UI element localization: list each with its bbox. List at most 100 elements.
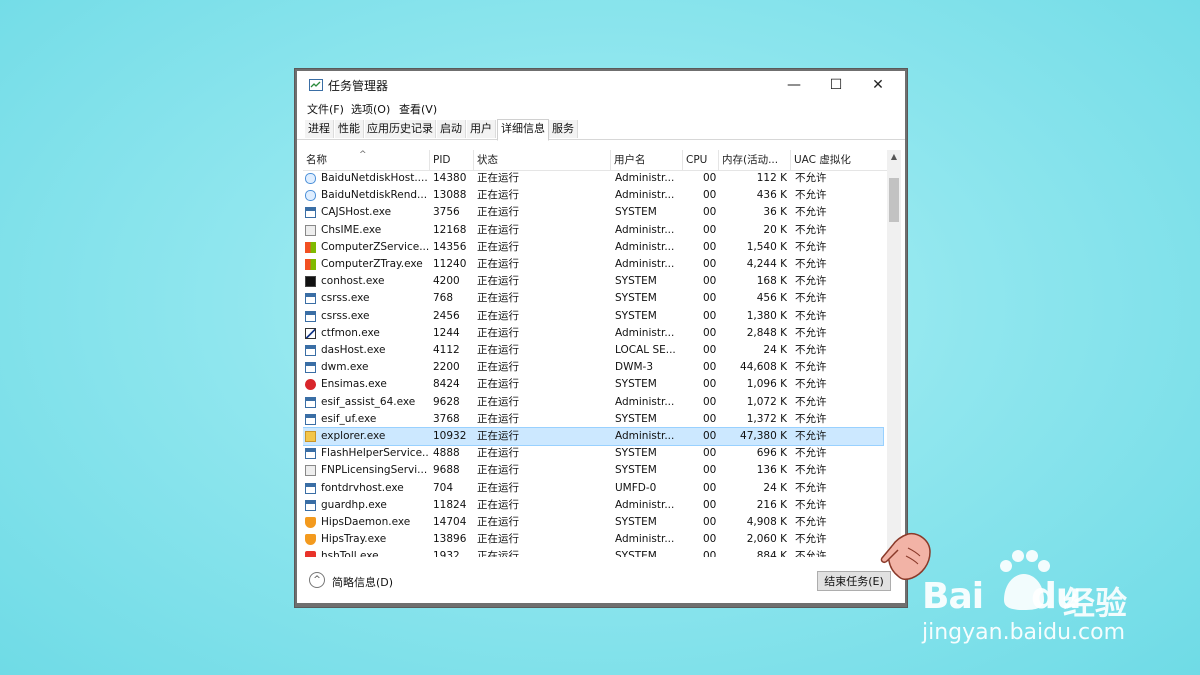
- table-row[interactable]: fontdrvhost.exe 704 正在运行 UMFD-0 00 24 K 不允许: [303, 480, 883, 497]
- process-username: SYSTEM: [615, 447, 657, 460]
- table-row[interactable]: csrss.exe 2456 正在运行 SYSTEM 00 1,380 K 不允许: [303, 308, 883, 325]
- process-pid: 2456: [433, 309, 460, 322]
- process-name: csrss.exe: [321, 309, 370, 322]
- table-row[interactable]: esif_assist_64.exe 9628 正在运行 Administr... 00…: [303, 394, 883, 411]
- table-row[interactable]: FlashHelperService.... 4888 正在运行 SYSTEM 00 69…: [303, 445, 883, 462]
- table-row[interactable]: conhost.exe 4200 正在运行 SYSTEM 00 168 K 不允许: [303, 273, 883, 290]
- table-row[interactable]: ChsIME.exe 12168 正在运行 Administr... 00 20 K 不允许: [303, 222, 883, 239]
- screen-background: { "window": { "title": "任务管理器", "control…: [0, 0, 1200, 675]
- column-header-name[interactable]: ^ 名称: [303, 150, 430, 170]
- table-row[interactable]: explorer.exe 10932 正在运行 Administr... 00 47,38…: [303, 427, 884, 446]
- shield-icon: [305, 517, 316, 528]
- red-app-icon: [305, 551, 316, 557]
- process-username: Administr...: [615, 498, 675, 511]
- process-memory: 1,540 K: [746, 240, 787, 253]
- watermark-url: jingyan.baidu.com: [922, 620, 1126, 645]
- tab-startup[interactable]: 启动: [437, 120, 466, 138]
- column-header-cpu[interactable]: CPU: [683, 150, 719, 170]
- menu-view[interactable]: 查看(V): [399, 101, 437, 117]
- column-header-memory[interactable]: 内存(活动...: [719, 150, 791, 170]
- table-row[interactable]: Ensimas.exe 8424 正在运行 SYSTEM 00 1,096 K 不允许: [303, 376, 883, 393]
- table-row[interactable]: guardhp.exe 11824 正在运行 Administr... 00 216 K不…: [303, 497, 883, 514]
- window-icon: [305, 207, 316, 219]
- process-pid: 768: [433, 292, 454, 305]
- windows-flag-icon: [305, 241, 316, 253]
- window-icon: [305, 345, 316, 356]
- tab-app-history[interactable]: 应用历史记录: [365, 120, 436, 138]
- table-row[interactable]: hshToll.exe 1932 正在运行 SYSTEM 00 884 K 不允许: [303, 548, 883, 557]
- process-status: 正在运行: [477, 240, 519, 253]
- process-username: DWM-3: [615, 361, 653, 374]
- process-pid: 13896: [433, 533, 467, 546]
- minimize-button[interactable]: —: [773, 71, 815, 99]
- column-header-username[interactable]: 用户名: [611, 150, 683, 170]
- process-name: CAJSHost.exe: [321, 206, 392, 219]
- chevron-up-icon[interactable]: ^: [309, 572, 325, 588]
- table-row[interactable]: ComputerZService.... 14356 正在运行 Administr..…: [303, 239, 883, 256]
- footer: ^ 简略信息(D) 结束任务(E): [297, 563, 905, 603]
- process-memory: 36 K: [763, 206, 787, 219]
- scrollbar-thumb[interactable]: [889, 178, 899, 222]
- menu-options[interactable]: 选项(O): [351, 101, 390, 117]
- process-status: 正在运行: [477, 430, 519, 442]
- window-icon: [305, 293, 316, 305]
- process-status: 正在运行: [477, 206, 519, 219]
- table-row[interactable]: FNPLicensingServi... 9688 正在运行 SYSTEM 00 136 …: [303, 462, 883, 479]
- window-icon: [305, 482, 316, 494]
- process-memory: 2,848 K: [746, 326, 787, 339]
- process-pid: 13088: [433, 189, 467, 202]
- table-row[interactable]: HipsTray.exe 13896 正在运行 Administr... 00 2,060…: [303, 531, 883, 548]
- process-status: 正在运行: [477, 292, 519, 305]
- task-manager-window: 任务管理器 — ☐ ✕ 文件(F) 选项(O) 查看(V) 进程 性能 应用历史…: [297, 71, 905, 603]
- table-row[interactable]: BaiduNetdiskHost.... 14380 正在运行 Administr..…: [303, 170, 883, 187]
- table-row[interactable]: CAJSHost.exe 3756 正在运行 SYSTEM 00 36 K 不允许: [303, 204, 883, 221]
- table-row[interactable]: ComputerZTray.exe 11240 正在运行 Administr... 00…: [303, 256, 883, 273]
- tab-bar: 进程 性能 应用历史记录 启动 用户 详细信息 服务: [297, 119, 905, 141]
- table-row[interactable]: dasHost.exe 4112 正在运行 LOCAL SE... 00 24 K 不允许: [303, 342, 883, 359]
- tab-processes[interactable]: 进程: [305, 120, 334, 138]
- window-icon: [305, 362, 316, 374]
- process-uac: 不允许: [795, 516, 827, 528]
- sort-ascending-icon: ^: [359, 150, 367, 160]
- menu-file[interactable]: 文件(F): [307, 101, 344, 117]
- process-pid: 4888: [433, 447, 460, 460]
- column-header-status[interactable]: 状态: [474, 150, 611, 170]
- tab-users[interactable]: 用户: [467, 120, 496, 138]
- process-username: Administr...: [615, 326, 675, 339]
- scroll-up-icon[interactable]: ▲: [887, 150, 901, 164]
- tab-details[interactable]: 详细信息: [497, 119, 549, 141]
- vertical-scrollbar[interactable]: ▲: [887, 150, 901, 557]
- table-row[interactable]: csrss.exe 768 正在运行 SYSTEM 00 456 K 不允许: [303, 290, 883, 307]
- process-username: Administr...: [615, 395, 675, 408]
- process-username: SYSTEM: [615, 412, 657, 425]
- process-status: 正在运行: [477, 447, 519, 460]
- process-status: 正在运行: [477, 223, 519, 236]
- process-name: esif_uf.exe: [321, 412, 377, 425]
- process-pid: 12168: [433, 223, 467, 236]
- process-username: Administr...: [615, 189, 675, 202]
- maximize-button[interactable]: ☐: [815, 71, 857, 99]
- title-bar[interactable]: 任务管理器 — ☐ ✕: [297, 71, 905, 99]
- tab-services[interactable]: 服务: [549, 120, 578, 138]
- pen-icon: [305, 327, 316, 339]
- table-row[interactable]: esif_uf.exe 3768 正在运行 SYSTEM 00 1,372 K 不允许: [303, 411, 883, 428]
- table-row[interactable]: HipsDaemon.exe 14704 正在运行 SYSTEM 00 4,908 K 不允…: [303, 514, 883, 531]
- process-username: SYSTEM: [615, 550, 657, 557]
- process-uac: 不允许: [795, 498, 827, 511]
- table-row[interactable]: BaiduNetdiskRend... 13088 正在运行 Administr...…: [303, 187, 883, 204]
- column-header-uac[interactable]: UAC 虚拟化: [791, 150, 887, 170]
- process-memory: 24 K: [763, 481, 787, 494]
- process-status: 正在运行: [477, 361, 519, 374]
- close-button[interactable]: ✕: [857, 71, 899, 99]
- fewer-details-link[interactable]: 简略信息(D): [332, 574, 393, 590]
- process-uac: 不允许: [795, 464, 827, 477]
- process-uac: 不允许: [795, 240, 827, 253]
- process-status: 正在运行: [477, 550, 519, 557]
- column-header-pid[interactable]: PID: [430, 150, 474, 170]
- process-pid: 1932: [433, 550, 460, 557]
- table-row[interactable]: dwm.exe 2200 正在运行 DWM-3 00 44,608 K 不允许: [303, 359, 883, 376]
- table-row[interactable]: ctfmon.exe 1244 正在运行 Administr... 00 2,848 K不…: [303, 325, 883, 342]
- process-uac: 不允许: [795, 481, 827, 494]
- process-name: dasHost.exe: [321, 344, 386, 356]
- tab-performance[interactable]: 性能: [335, 120, 364, 138]
